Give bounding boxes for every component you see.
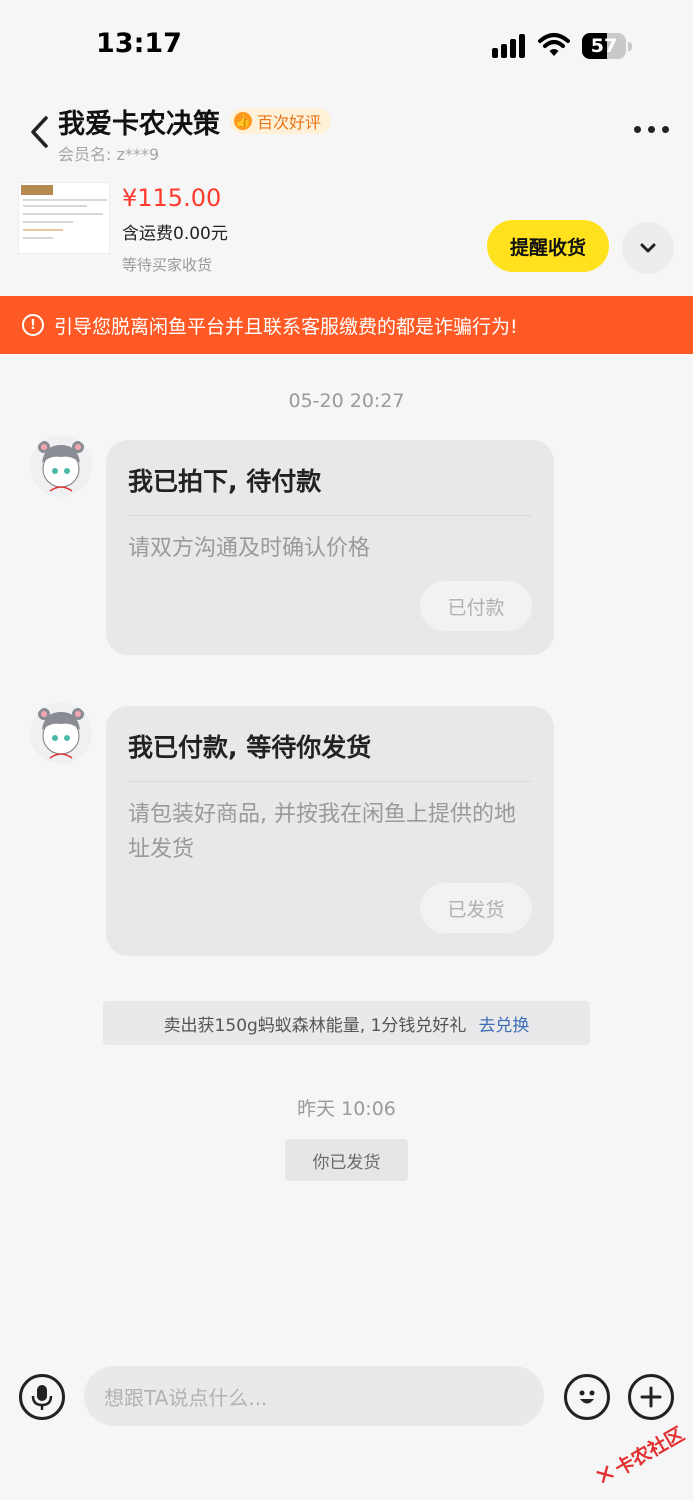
card-title: 我已拍下, 待付款 xyxy=(128,467,322,496)
watermark-text: 卡农社区 xyxy=(611,1422,688,1480)
microphone-icon xyxy=(31,1385,53,1410)
fraud-warning-banner: ! 引导您脱离闲鱼平台并且联系客服缴费的都是诈骗行为! xyxy=(0,296,693,354)
status-time: 13:17 xyxy=(96,28,182,59)
message-input-placeholder: 想跟TA说点什么... xyxy=(104,1385,268,1410)
order-status-card: 我已拍下, 待付款 请双方沟通及时确认价格 已付款 xyxy=(106,440,554,655)
redeem-link[interactable]: 去兑换 xyxy=(478,1011,529,1036)
card-description: 请包装好商品, 并按我在闲鱼上提供的地址发货 xyxy=(128,802,516,862)
promo-banner: 卖出获150g蚂蚁森林能量, 1分钱兑好礼 去兑换 xyxy=(103,1001,590,1045)
card-description: 请双方沟通及时确认价格 xyxy=(128,536,371,561)
voice-button[interactable] xyxy=(19,1374,65,1420)
system-notice: 你已发货 xyxy=(285,1139,408,1181)
message-timestamp: 昨天 10:06 xyxy=(297,1098,396,1120)
wifi-icon xyxy=(538,32,570,62)
seller-name[interactable]: 我爱卡农决策 xyxy=(58,102,220,141)
product-price: ¥115.00 xyxy=(122,184,222,212)
promo-text: 卖出获150g蚂蚁森林能量, 1分钱兑好礼 xyxy=(163,1015,467,1036)
alert-icon: ! xyxy=(22,314,44,336)
back-button[interactable] xyxy=(26,112,54,152)
rating-badge: 👍 百次好评 xyxy=(230,108,332,134)
rating-badge-label: 百次好评 xyxy=(257,113,322,132)
message-input[interactable]: 想跟TA说点什么... xyxy=(84,1366,544,1426)
add-attachment-button[interactable] xyxy=(628,1374,674,1420)
emoji-button[interactable] xyxy=(564,1374,610,1420)
message-timestamp: 05-20 20:27 xyxy=(288,390,405,412)
fraud-warning-text: 引导您脱离闲鱼平台并且联系客服缴费的都是诈骗行为! xyxy=(54,315,518,338)
cellular-signal-icon xyxy=(492,34,528,58)
back-chevron-icon xyxy=(31,116,48,148)
order-status-card: 我已付款, 等待你发货 请包装好商品, 并按我在闲鱼上提供的地址发货 已发货 xyxy=(106,706,554,956)
member-name: 会员名: z***9 xyxy=(58,145,160,164)
order-status: 等待买家收货 xyxy=(122,256,213,274)
more-button[interactable] xyxy=(634,126,670,134)
thumb-up-icon: 👍 xyxy=(234,112,252,130)
shipped-button[interactable]: 已发货 xyxy=(420,883,532,933)
avatar[interactable] xyxy=(30,435,92,497)
battery-icon: 57 xyxy=(582,33,632,59)
paid-button[interactable]: 已付款 xyxy=(420,581,532,631)
remind-receipt-button[interactable]: 提醒收货 xyxy=(487,220,609,272)
card-title: 我已付款, 等待你发货 xyxy=(128,733,372,762)
battery-level: 57 xyxy=(590,35,618,57)
plus-icon xyxy=(640,1386,662,1408)
shipping-fee: 含运费0.00元 xyxy=(122,224,228,244)
emoji-icon xyxy=(579,1390,595,1404)
chevron-down-icon xyxy=(640,243,656,253)
watermark: ✕ 卡农社区 xyxy=(587,1413,693,1498)
expand-button[interactable] xyxy=(622,222,674,274)
avatar[interactable] xyxy=(30,702,92,764)
product-thumbnail[interactable] xyxy=(18,182,110,254)
